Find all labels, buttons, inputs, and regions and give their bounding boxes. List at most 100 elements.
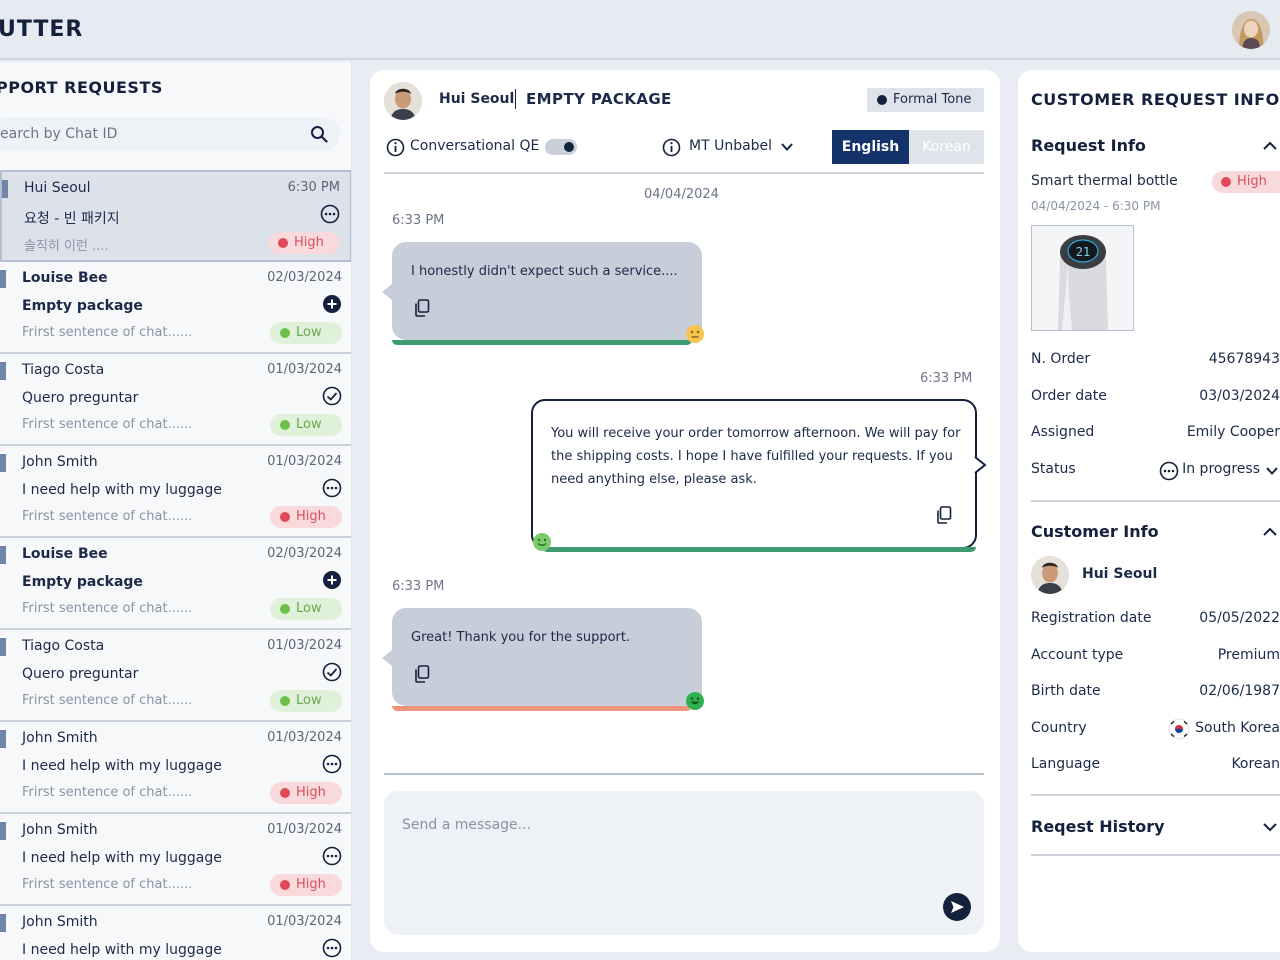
chevron-up-icon[interactable] [1262, 524, 1278, 540]
chat-customer-name: John Smith [22, 914, 98, 930]
lang-korean-button[interactable]: Korean [909, 130, 984, 164]
info-row-value: 03/03/2024 [1199, 388, 1280, 404]
chat-list-item[interactable]: John Smith I need help with my luggage 01/… [0, 722, 351, 814]
add-icon[interactable] [322, 294, 342, 314]
neutral-face-icon [686, 325, 704, 343]
chat-customer-name: John Smith [22, 822, 98, 838]
unread-marker [0, 546, 6, 564]
unread-marker [0, 638, 6, 656]
section-divider [1031, 794, 1280, 796]
info-icon[interactable] [386, 138, 405, 157]
chat-subject: I need help with my luggage [22, 942, 222, 958]
message-text: Great! Thank you for the support. [411, 630, 631, 645]
chevron-down-icon[interactable] [780, 140, 794, 154]
section-divider [1031, 854, 1280, 856]
pending-icon[interactable] [322, 754, 342, 774]
chat-list-item[interactable]: John Smith I need help with my luggage 01/… [0, 906, 351, 960]
customer-row-label: Language [1031, 756, 1101, 772]
customer-row-value: 05/05/2022 [1199, 610, 1280, 626]
info-row-value: 45678943 [1208, 351, 1280, 367]
priority-badge: High [1212, 171, 1280, 193]
status-dropdown[interactable]: In progress [1182, 461, 1260, 477]
user-avatar[interactable] [1232, 11, 1270, 49]
customer-info-header[interactable]: Customer Info [1031, 522, 1159, 541]
chat-list: Hui Seoul 요청 - 빈 패키지 6:30 PM 솔직히 이런 .... Hig… [0, 170, 351, 960]
message-input[interactable] [402, 805, 942, 845]
copy-icon[interactable] [414, 665, 430, 683]
check-icon[interactable] [322, 662, 342, 682]
info-row-label: Status [1031, 461, 1076, 477]
sentiment-bar [392, 340, 692, 345]
info-panel-title: CUSTOMER REQUEST INFO [1031, 90, 1280, 109]
chat-customer-name: Tiago Costa [22, 362, 105, 378]
customer-request-info-panel: CUSTOMER REQUEST INFO Request Info Smart… [1018, 70, 1280, 952]
outgoing-message: You will receive your order tomorrow aft… [531, 399, 977, 549]
chat-list-item[interactable]: Tiago Costa Quero preguntar 01/03/2024 Frir… [0, 354, 351, 446]
message-composer [384, 791, 984, 935]
search-icon[interactable] [310, 125, 328, 143]
customer-row-value: Korean [1231, 756, 1280, 772]
chat-subject: Quero preguntar [22, 666, 139, 682]
chat-list-item[interactable]: Louise Bee Empty package 02/03/2024 Frirst … [0, 262, 351, 354]
chevron-down-icon[interactable] [1262, 819, 1278, 835]
pending-icon[interactable] [322, 478, 342, 498]
customer-row-value: South Korea [1195, 720, 1280, 736]
chat-list-item[interactable]: Tiago Costa Quero preguntar 01/03/2024 Frir… [0, 630, 351, 722]
send-icon [951, 901, 964, 913]
lang-english-button[interactable]: English [832, 130, 909, 164]
chat-list-item[interactable]: Hui Seoul 요청 - 빈 패키지 6:30 PM 솔직히 이런 .... Hig… [0, 170, 351, 262]
chat-date: 01/03/2024 [267, 638, 342, 653]
pending-icon[interactable] [320, 204, 340, 224]
pending-icon[interactable] [322, 846, 342, 866]
copy-icon[interactable] [936, 506, 952, 524]
chat-customer-name: John Smith [22, 730, 98, 746]
add-icon[interactable] [322, 570, 342, 590]
unread-marker [0, 730, 6, 748]
unread-marker [0, 362, 6, 380]
chat-preview: Frirst sentence of chat...... [22, 509, 193, 524]
unread-marker [0, 822, 6, 840]
chat-customer-name: Louise Bee [22, 270, 108, 286]
search-input[interactable] [0, 117, 300, 151]
chat-customer-name: Hui Seoul [24, 180, 91, 196]
chat-list-item[interactable]: John Smith I need help with my luggage 01/… [0, 446, 351, 538]
chat-customer-name: Louise Bee [22, 546, 108, 562]
pending-icon [1159, 461, 1179, 481]
chevron-up-icon[interactable] [1262, 138, 1278, 154]
priority-badge: High [270, 506, 342, 528]
sentiment-bar [542, 547, 976, 552]
qe-toggle[interactable] [545, 139, 577, 155]
chat-subject: I need help with my luggage [22, 850, 222, 866]
pending-icon[interactable] [322, 938, 342, 958]
chat-list-item[interactable]: Louise Bee Empty package 02/03/2024 Frirst … [0, 538, 351, 630]
app-logo: UTTER [0, 17, 84, 42]
section-divider [1031, 500, 1280, 502]
priority-badge: High [270, 874, 342, 896]
chat-list-item[interactable]: John Smith I need help with my luggage 01/… [0, 814, 351, 906]
bubble-tail [974, 456, 987, 474]
request-history-header[interactable]: Reqest History [1031, 817, 1165, 836]
info-icon[interactable] [662, 138, 681, 157]
top-bar: UTTER [0, 0, 1280, 60]
check-icon[interactable] [322, 386, 342, 406]
chat-subject: EMPTY PACKAGE [526, 90, 672, 108]
request-info-header[interactable]: Request Info [1031, 136, 1146, 155]
message-text: I honestly didn't expect such a service.… [411, 264, 678, 279]
message-time: 6:33 PM [392, 579, 445, 594]
chat-preview: Frirst sentence of chat...... [22, 601, 193, 616]
send-button[interactable] [943, 893, 971, 921]
chevron-down-icon[interactable] [1265, 464, 1279, 478]
chat-subject: Empty package [22, 298, 143, 314]
panel-title: PPORT REQUESTS [0, 78, 163, 97]
south-korea-flag-icon [1168, 718, 1190, 740]
priority-badge: Low [270, 690, 342, 712]
product-image: 21 [1031, 225, 1134, 331]
incoming-message: Great! Thank you for the support. [392, 608, 702, 706]
message-text: You will receive your order tomorrow aft… [551, 426, 961, 487]
mt-engine-dropdown[interactable]: MT Unbabel [689, 138, 772, 154]
chat-customer-name: John Smith [22, 454, 98, 470]
info-row-label: Assigned [1031, 424, 1095, 440]
priority-badge: Low [270, 414, 342, 436]
copy-icon[interactable] [414, 299, 430, 317]
chat-date: 6:30 PM [287, 180, 340, 195]
